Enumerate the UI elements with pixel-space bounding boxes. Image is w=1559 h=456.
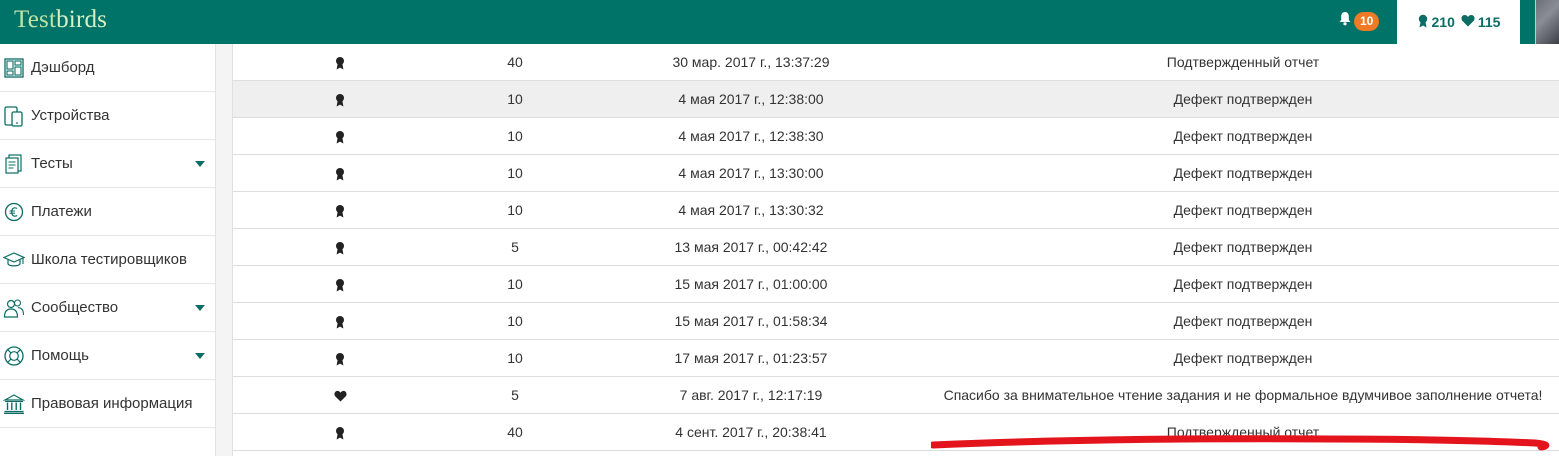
sidebar-item-label: Сообщество [31, 299, 119, 316]
award-icon [325, 81, 355, 118]
reason-cell: Дефект подтвержден [1173, 313, 1313, 329]
user-stats[interactable]: 210 115 [1397, 0, 1520, 44]
date-cell: 4 мая 2017 г., 13:30:32 [678, 202, 824, 218]
avatar[interactable] [1535, 0, 1559, 44]
reason-cell: Дефект подтвержден [1173, 128, 1313, 144]
table-row: 5 7 авг. 2017 г., 12:17:19 Спасибо за вним… [233, 377, 1559, 414]
award-icon [1417, 14, 1429, 31]
sidebar-item-legal[interactable]: Правовая информация [0, 380, 215, 428]
points-cell: 10 [507, 276, 523, 292]
date-cell: 4 сент. 2017 г., 20:38:41 [675, 424, 827, 440]
graduation-cap-icon [2, 248, 26, 272]
reason-cell: Дефект подтвержден [1173, 91, 1313, 107]
chevron-down-icon[interactable] [195, 161, 205, 167]
award-icon [325, 118, 355, 155]
points-cell: 40 [507, 54, 523, 70]
date-cell: 4 мая 2017 г., 12:38:30 [678, 128, 824, 144]
sidebar-item-community[interactable]: Сообщество [0, 284, 215, 332]
tests-icon [2, 152, 26, 176]
euro-icon [2, 200, 26, 224]
logo-part1: Test [14, 6, 57, 33]
sidebar-item-label: Тесты [31, 155, 73, 172]
date-cell: 15 мая 2017 г., 01:00:00 [674, 276, 828, 292]
reason-cell: Подтвержденный отчет [1166, 54, 1320, 70]
community-icon [2, 296, 26, 320]
bell-icon [1338, 11, 1352, 31]
date-cell: 4 мая 2017 г., 13:30:00 [678, 165, 824, 181]
table-row: 10 17 мая 2017 г., 01:23:57 Дефект подтвер… [233, 340, 1559, 377]
award-icon [325, 229, 355, 266]
table-row: 10 4 мая 2017 г., 12:38:30 Дефект подтверж… [233, 118, 1559, 155]
table-row: 40 30 мар. 2017 г., 13:37:29 Подтвержденны… [233, 44, 1559, 81]
sidebar-item-label: Платежи [31, 203, 92, 220]
table-row: 10 4 мая 2017 г., 13:30:00 Дефект подтверж… [233, 155, 1559, 192]
chevron-down-icon[interactable] [195, 305, 205, 311]
points-stat: 210 [1417, 14, 1455, 31]
sidebar-item-school[interactable]: Школа тестировщиков [0, 236, 215, 284]
sidebar-item-devices[interactable]: Устройства [0, 92, 215, 140]
award-icon [325, 266, 355, 303]
heart-icon [1461, 14, 1475, 30]
likes-value: 115 [1477, 14, 1501, 30]
reason-cell: Спасибо за внимательное чтение задания и… [943, 387, 1543, 403]
date-cell: 4 мая 2017 г., 12:38:00 [678, 91, 824, 107]
reason-cell: Дефект подтвержден [1173, 165, 1313, 181]
table-row: 10 15 мая 2017 г., 01:58:34 Дефект подтвер… [233, 303, 1559, 340]
table-row: 5 13 мая 2017 г., 00:42:42 Дефект подтверж… [233, 229, 1559, 266]
reason-cell: Дефект подтвержден [1173, 239, 1313, 255]
points-cell: 10 [507, 202, 523, 218]
reason-cell: Дефект подтвержден [1173, 350, 1313, 366]
dashboard-icon [2, 56, 26, 80]
logo-part2: birds [56, 6, 108, 33]
award-icon [325, 414, 355, 451]
points-value: 210 [1431, 14, 1455, 30]
reason-cell: Дефект подтвержден [1173, 202, 1313, 218]
table-row: 10 4 мая 2017 г., 13:30:32 Дефект подтверж… [233, 192, 1559, 229]
legal-icon [2, 392, 26, 416]
sidebar-item-tests[interactable]: Тесты [0, 140, 215, 188]
points-cell: 10 [507, 313, 523, 329]
reason-cell: Дефект подтвержден [1173, 276, 1313, 292]
table-row: 10 4 мая 2017 г., 12:38:00 Дефект подтверж… [233, 81, 1559, 118]
award-icon [325, 340, 355, 377]
date-cell: 7 авг. 2017 г., 12:17:19 [679, 387, 823, 403]
points-cell: 5 [511, 387, 519, 403]
points-cell: 10 [507, 350, 523, 366]
sidebar: Дэшборд Устройства Тесты Платежи Школа т… [0, 44, 216, 456]
award-icon [325, 303, 355, 340]
award-icon [325, 44, 355, 81]
points-cell: 5 [511, 239, 519, 255]
table-row: 10 15 мая 2017 г., 01:00:00 Дефект подтвер… [233, 266, 1559, 303]
points-cell: 10 [507, 165, 523, 181]
points-cell: 10 [507, 91, 523, 107]
top-bar: Testbirds 10 210 115 [0, 0, 1559, 44]
notifications-count-badge: 10 [1354, 11, 1380, 31]
reason-cell: Подтвержденный отчет [1166, 424, 1320, 440]
award-icon [325, 155, 355, 192]
lifebuoy-icon [2, 344, 26, 368]
sidebar-item-payments[interactable]: Платежи [0, 188, 215, 236]
table-row: 40 4 сент. 2017 г., 20:38:41 Подтвержденны… [233, 414, 1559, 451]
likes-stat: 115 [1461, 14, 1501, 30]
heart-icon [325, 377, 355, 414]
sidebar-item-label: Правовая информация [31, 395, 193, 412]
logo[interactable]: Testbirds [14, 6, 107, 34]
award-icon [325, 192, 355, 229]
sidebar-item-dashboard[interactable]: Дэшборд [0, 44, 215, 92]
points-cell: 10 [507, 128, 523, 144]
sidebar-item-label: Школа тестировщиков [31, 251, 187, 268]
sidebar-item-label: Устройства [31, 107, 110, 124]
points-history-table: 40 30 мар. 2017 г., 13:37:29 Подтвержденны… [232, 44, 1559, 456]
date-cell: 17 мая 2017 г., 01:23:57 [674, 350, 828, 366]
points-cell: 40 [507, 424, 523, 440]
sidebar-item-label: Дэшборд [31, 59, 95, 76]
date-cell: 30 мар. 2017 г., 13:37:29 [672, 54, 830, 70]
sidebar-item-label: Помощь [31, 347, 89, 364]
notifications-button[interactable]: 10 [1338, 9, 1380, 33]
date-cell: 13 мая 2017 г., 00:42:42 [674, 239, 828, 255]
devices-icon [2, 104, 26, 128]
date-cell: 15 мая 2017 г., 01:58:34 [674, 313, 828, 329]
chevron-down-icon[interactable] [195, 353, 205, 359]
sidebar-item-help[interactable]: Помощь [0, 332, 215, 380]
